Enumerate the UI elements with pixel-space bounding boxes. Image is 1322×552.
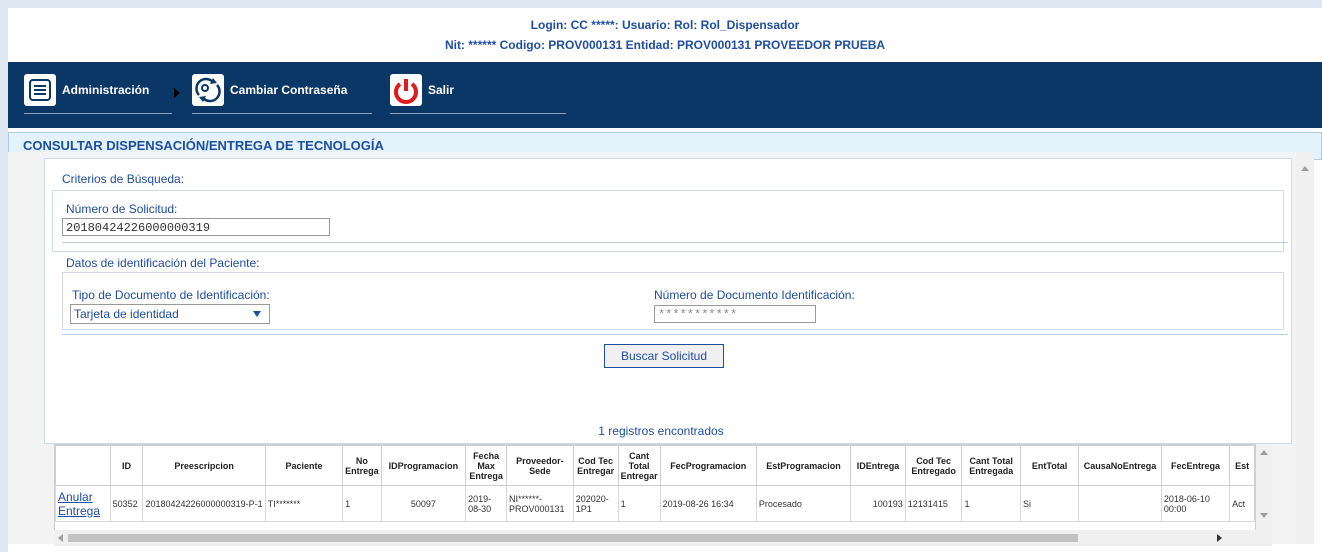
results-table: ID Preescripcion Paciente No Entrega IDP… xyxy=(55,445,1255,522)
col-header: IDProgramacion xyxy=(380,445,467,486)
patient-label: Datos de identificación del Paciente: xyxy=(66,256,260,270)
results-grid: ID Preescripcion Paciente No Entrega IDP… xyxy=(54,444,1256,532)
cell: 50097 xyxy=(380,485,467,522)
doc-number-input[interactable]: *********** xyxy=(654,305,816,323)
cell: NI******-PROV000131 xyxy=(506,485,574,522)
arrow-right-icon xyxy=(174,88,180,98)
col-header: EstProgramacion xyxy=(755,445,852,486)
cell xyxy=(1078,485,1162,522)
doc-number-label: Número de Documento Identificación: xyxy=(654,288,855,302)
grid-horizontal-scrollbar[interactable] xyxy=(54,530,1272,546)
col-header xyxy=(55,445,111,486)
table-row: Anular Entrega 50352 2018042422600000031… xyxy=(55,485,1255,522)
scroll-down-icon[interactable] xyxy=(1260,513,1268,518)
col-header: Cod Tec Entregado xyxy=(904,445,963,486)
cell: 2019-08-26 16:34 xyxy=(659,485,757,522)
cell: 50352 xyxy=(109,485,144,522)
nav-admin[interactable]: Administración xyxy=(24,72,172,114)
cancel-delivery-link[interactable]: Anular Entrega xyxy=(58,490,100,518)
doc-type-value: Tarjeta de identidad xyxy=(74,307,179,321)
scroll-left-icon[interactable] xyxy=(58,534,63,542)
login-line-2: Nit: ****** Codigo: PROV000131 Entidad: … xyxy=(444,38,886,52)
cell: 202020-1P1 xyxy=(572,485,619,522)
nav-change-password-label: Cambiar Contraseña xyxy=(230,83,348,97)
nav-exit-label: Salir xyxy=(428,83,455,97)
col-header: Est xyxy=(1229,445,1255,486)
cell: 2019-08-30 xyxy=(465,485,508,522)
divider xyxy=(62,334,1288,335)
nav-exit[interactable]: Salir xyxy=(390,72,566,114)
scroll-up-icon[interactable] xyxy=(1301,166,1309,171)
col-header: Cant Total Entregar xyxy=(617,445,661,486)
col-header: IDEntrega xyxy=(850,445,906,486)
cell-action: Anular Entrega xyxy=(55,485,111,522)
cell: TI******* xyxy=(264,485,344,522)
cell: 12131415 xyxy=(904,485,963,522)
col-header: No Entrega xyxy=(342,445,382,486)
divider xyxy=(62,242,1288,243)
cell: 1 xyxy=(617,485,661,522)
page-scrollbar[interactable] xyxy=(1296,152,1314,544)
scroll-right-icon[interactable] xyxy=(1217,534,1222,542)
col-header: Preescripcion xyxy=(142,445,266,486)
power-icon xyxy=(390,74,422,106)
criteria-label: Criterios de Búsqueda: xyxy=(62,172,185,186)
cell: 100193 xyxy=(850,485,906,522)
table-header-row: ID Preescripcion Paciente No Entrega IDP… xyxy=(55,445,1255,486)
login-info: Login: CC *****: Usuario: Rol: Rol_Dispe… xyxy=(8,8,1322,60)
col-header: CausaNoEntrega xyxy=(1078,445,1162,486)
key-refresh-icon xyxy=(192,74,224,106)
request-label: Número de Solicitud: xyxy=(66,202,178,216)
login-line-1: Login: CC *****: Usuario: Rol: Rol_Dispe… xyxy=(530,18,800,32)
col-header: Proveedor-Sede xyxy=(506,445,574,486)
col-header: FecEntrega xyxy=(1160,445,1231,486)
cell: Act xyxy=(1229,485,1255,522)
scrollbar-thumb[interactable] xyxy=(68,534,1078,542)
cell: 1 xyxy=(342,485,382,522)
col-header: Paciente xyxy=(264,445,344,486)
request-number-input[interactable]: 20180424226000000319 xyxy=(62,218,330,236)
cell: 1 xyxy=(961,485,1021,522)
col-header: Fecha Max Entrega xyxy=(465,445,508,486)
search-button[interactable]: Buscar Solicitud xyxy=(604,344,724,368)
col-header: EntTotal xyxy=(1019,445,1080,486)
doc-type-label: Tipo de Documento de Identificación: xyxy=(72,288,270,302)
col-header: ID xyxy=(109,445,144,486)
col-header: FecProgramacion xyxy=(659,445,757,486)
col-header: Cant Total Entregada xyxy=(961,445,1021,486)
grid-vertical-scrollbar[interactable] xyxy=(1256,444,1272,530)
records-count: 1 registros encontrados xyxy=(598,424,724,438)
doc-type-select[interactable]: Tarjeta de identidad xyxy=(70,304,270,324)
list-icon xyxy=(24,74,56,106)
nav-change-password[interactable]: Cambiar Contraseña xyxy=(192,72,372,114)
col-header: Cod Tec Entregar xyxy=(572,445,619,486)
top-nav: Administración Cambiar Contraseña Salir xyxy=(8,62,1322,128)
cell: 20180424226000000319-P-1 xyxy=(142,485,266,522)
cell: Procesado xyxy=(755,485,852,522)
scroll-up-icon[interactable] xyxy=(1260,450,1268,455)
cell: 2018-06-10 00:00 xyxy=(1160,485,1231,522)
chevron-down-icon xyxy=(253,311,261,317)
cell: Si xyxy=(1019,485,1080,522)
nav-admin-label: Administración xyxy=(62,83,150,97)
